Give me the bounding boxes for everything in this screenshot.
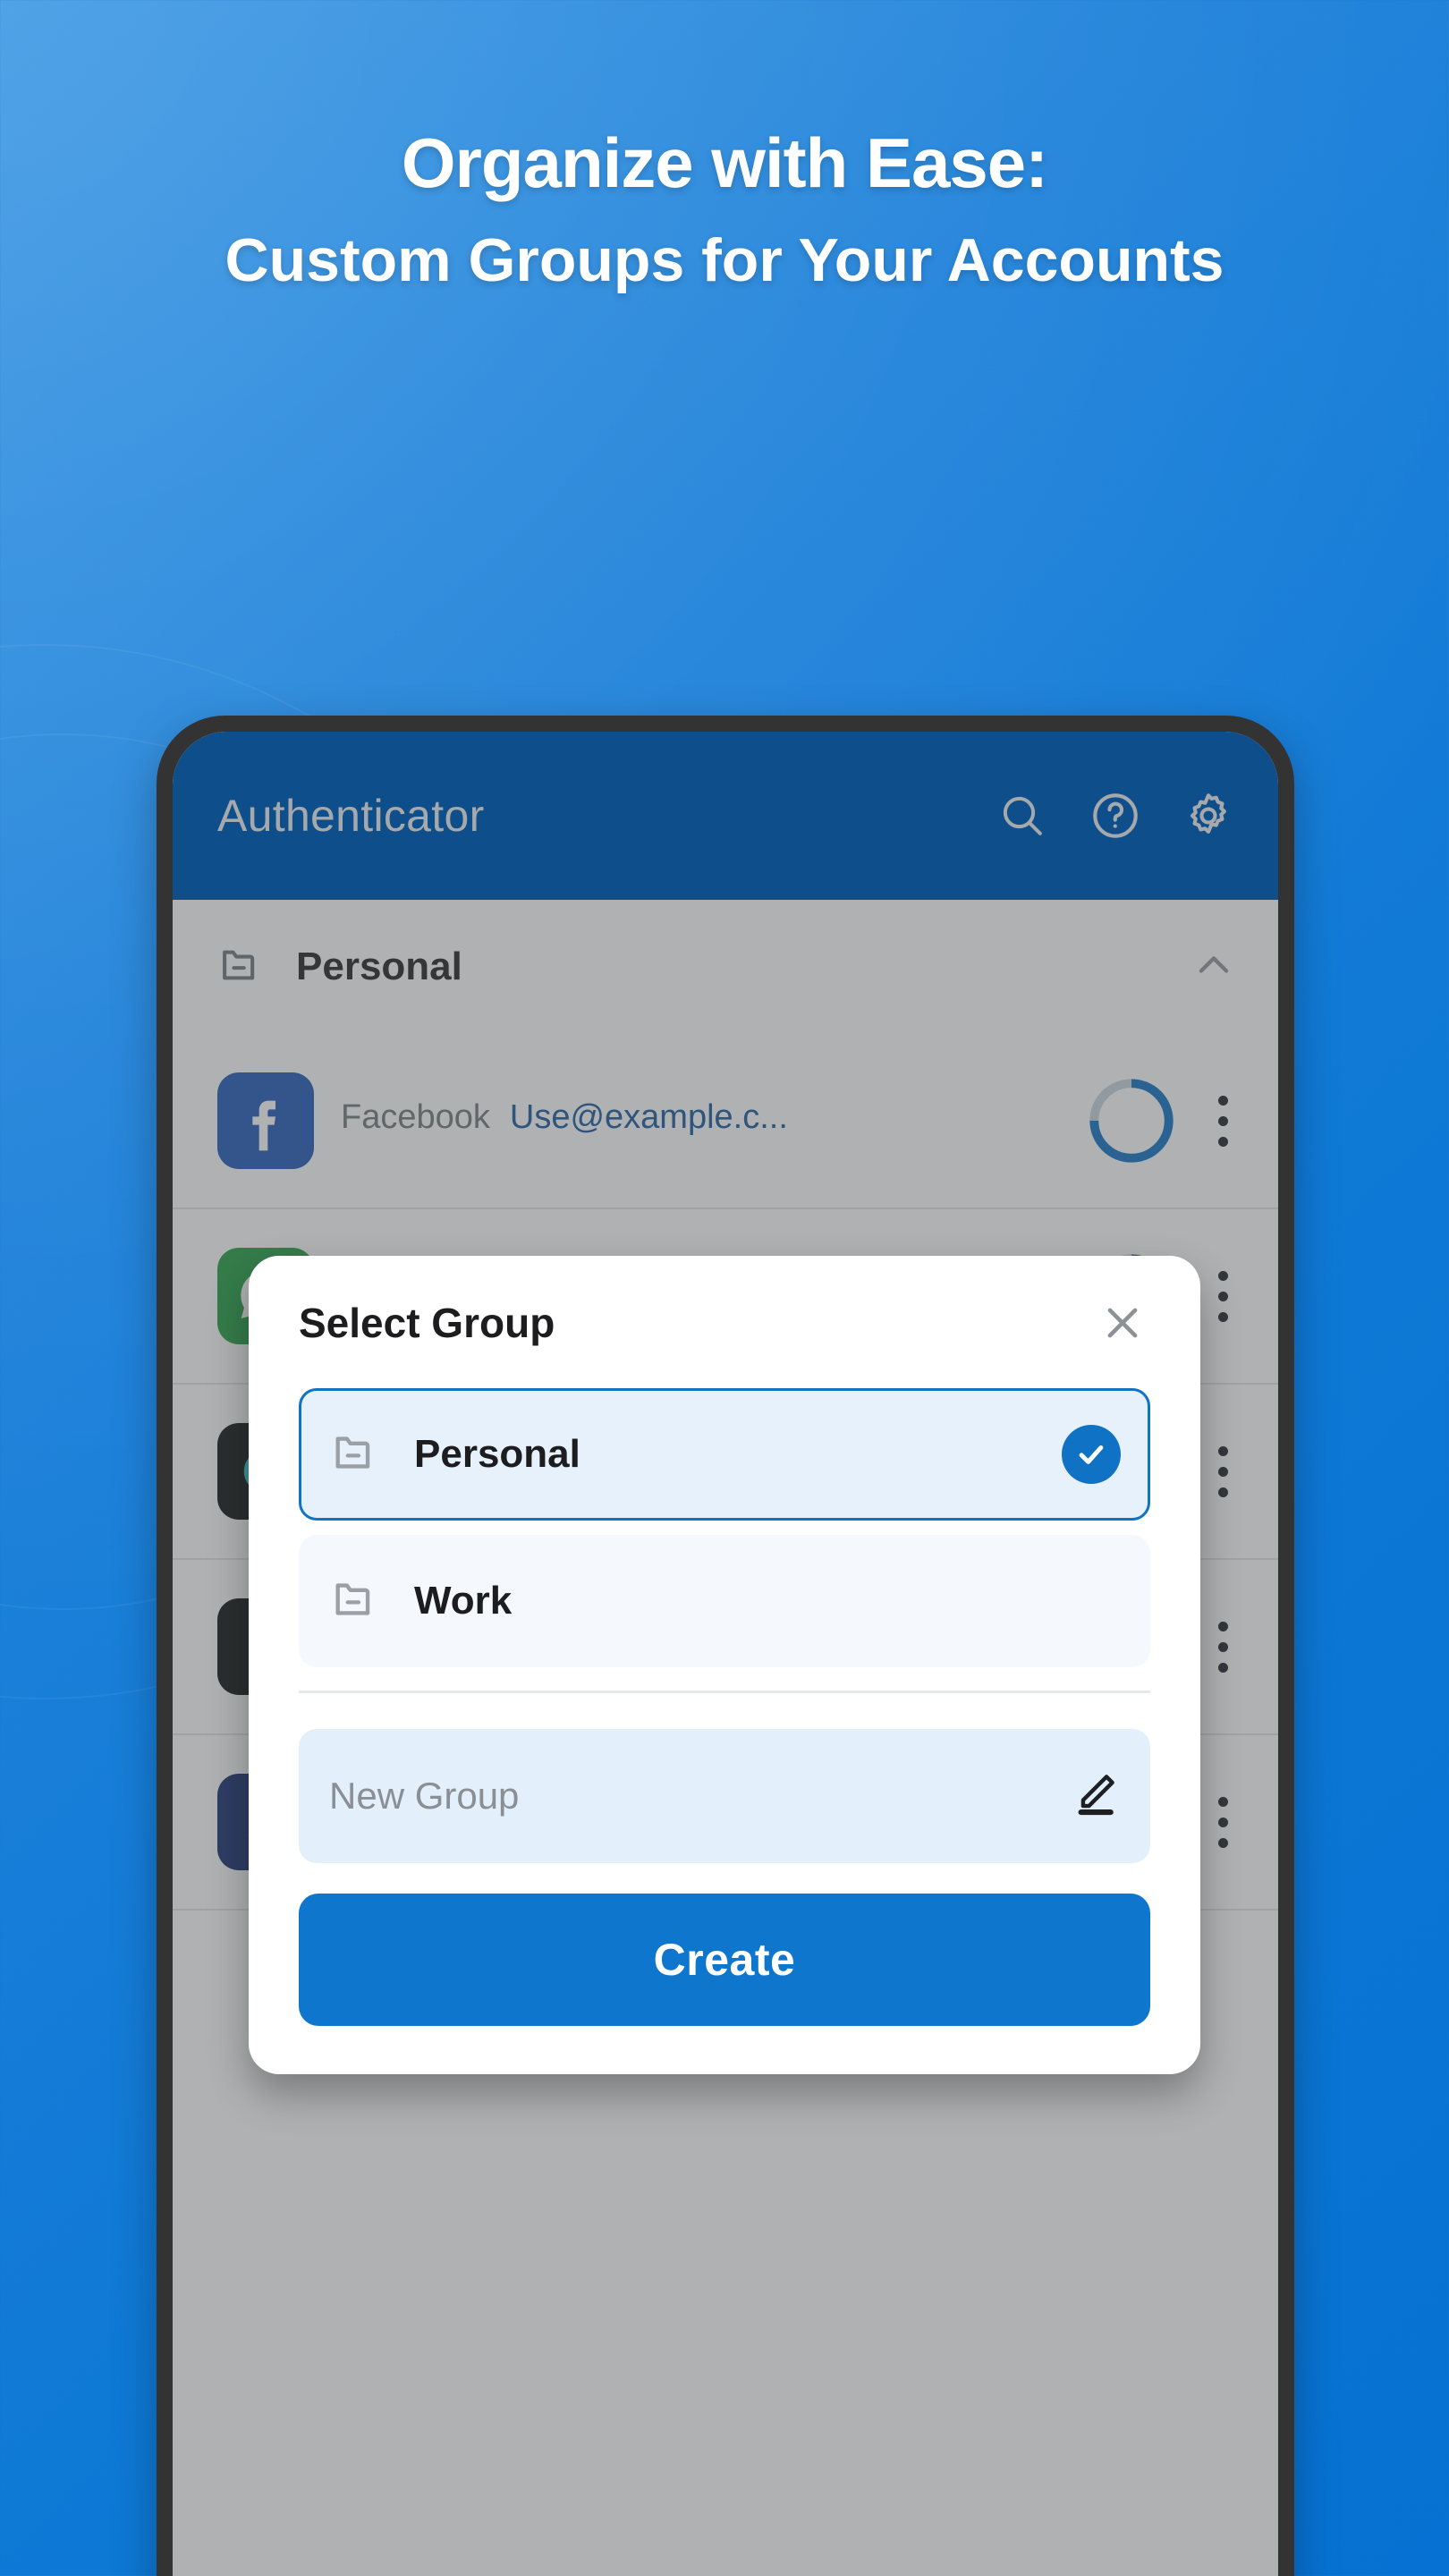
help-icon[interactable] [1087,787,1144,844]
check-icon [1062,1425,1121,1484]
dialog-title: Select Group [299,1300,555,1346]
new-group-input[interactable] [329,1775,1070,1818]
promo-text-block: Organize with Ease: Custom Groups for Yo… [0,125,1449,296]
promo-headline: Organize with Ease: [401,123,1048,202]
select-group-dialog: Select Group Personal Work New Group Cre… [249,1256,1200,2074]
row-menu-icon[interactable] [1194,1598,1251,1695]
account-username: Use@example.c... [509,1097,788,1136]
folder-minus-icon [330,1427,382,1483]
close-icon[interactable] [1095,1295,1150,1351]
group-option-label: Personal [414,1432,580,1476]
group-option-personal[interactable]: Personal [299,1388,1150,1521]
dialog-divider [299,1690,1150,1693]
account-info: Facebook Use@example.c... [341,1098,1083,1144]
countdown-timer [1083,1072,1180,1169]
search-icon[interactable] [994,787,1051,844]
row-menu-icon[interactable] [1194,1774,1251,1870]
account-issuer: Facebook [341,1097,490,1136]
row-menu-icon[interactable] [1194,1248,1251,1344]
chevron-up-icon[interactable] [1191,942,1237,993]
group-option-label: Work [414,1579,513,1623]
new-group-field[interactable] [299,1729,1150,1863]
row-menu-icon[interactable] [1194,1072,1251,1169]
row-menu-icon[interactable] [1194,1423,1251,1520]
create-button[interactable]: Create [299,1894,1150,2026]
table-row[interactable]: Facebook Use@example.c... [173,1034,1278,1209]
folder-minus-icon [330,1573,382,1630]
app-bar-actions [994,787,1237,844]
app-bar: Authenticator [173,732,1278,900]
app-title: Authenticator [217,791,485,841]
dialog-header: Select Group [299,1295,1150,1351]
promo-subheadline: Custom Groups for Your Accounts [225,226,1224,295]
group-header-label: Personal [296,945,462,988]
group-option-work[interactable]: Work [299,1535,1150,1667]
countdown-value [1083,1072,1180,1169]
facebook-logo [217,1072,314,1169]
group-header-personal[interactable]: Personal [173,900,1278,1034]
gear-icon[interactable] [1180,787,1237,844]
pencil-icon[interactable] [1070,1769,1120,1824]
folder-minus-icon [217,941,266,994]
